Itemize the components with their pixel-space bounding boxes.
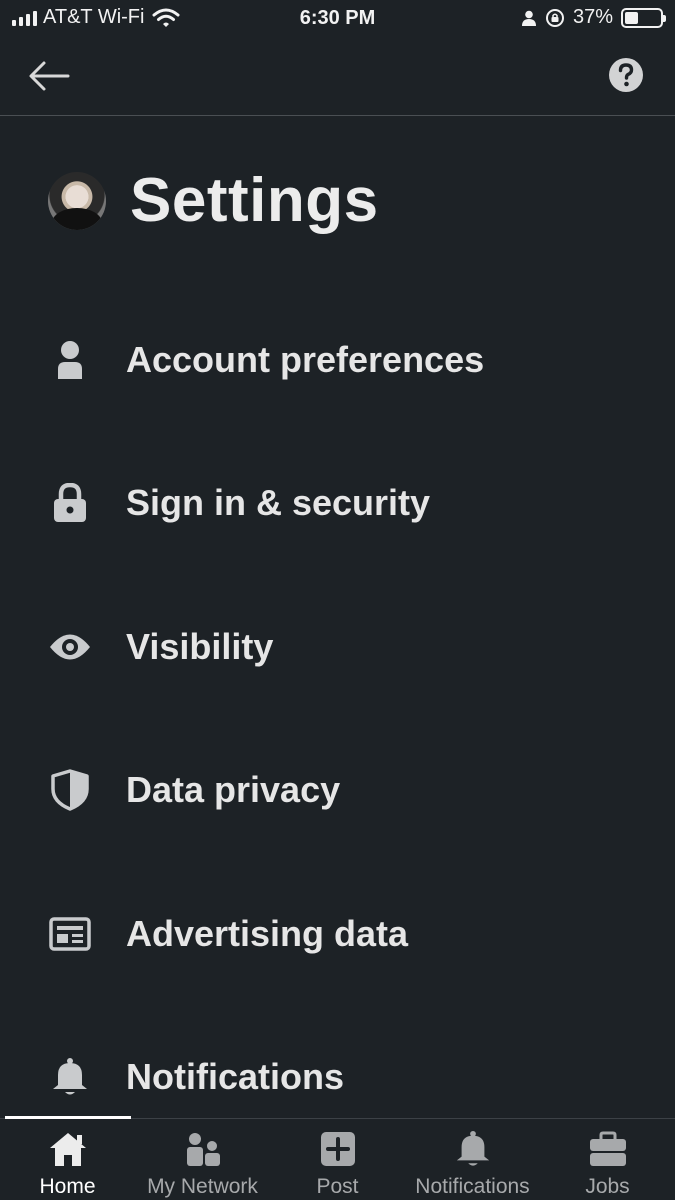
menu-item-label: Sign in & security [126, 482, 431, 524]
menu-item-label: Advertising data [126, 912, 409, 954]
tab-notifications[interactable]: Notifications [405, 1119, 540, 1200]
menu-item-label: Notifications [126, 1056, 345, 1098]
bell-icon [453, 1129, 493, 1169]
back-button[interactable] [26, 56, 72, 96]
tab-home[interactable]: Home [0, 1119, 135, 1200]
tab-label: Post [316, 1175, 359, 1198]
newspaper-icon [48, 912, 92, 956]
lock-icon [48, 481, 92, 525]
tab-post[interactable]: Post [270, 1119, 405, 1200]
home-icon [48, 1129, 88, 1169]
menu-item-advertising-data[interactable]: Advertising data [0, 862, 675, 1006]
people-icon [183, 1129, 223, 1169]
arrow-left-icon [29, 61, 70, 91]
bell-icon [48, 1055, 92, 1099]
signal-strength-icon [12, 10, 37, 26]
profile-avatar[interactable] [48, 171, 106, 230]
battery-percent: 37% [572, 6, 613, 28]
menu-item-visibility[interactable]: Visibility [0, 575, 675, 719]
settings-menu: Account preferences Sign in & security V… [0, 288, 675, 1149]
menu-item-label: Account preferences [126, 338, 485, 380]
help-button[interactable] [607, 56, 645, 94]
wifi-icon [152, 8, 180, 27]
settings-header: Settings [48, 165, 379, 236]
briefcase-icon [588, 1129, 628, 1169]
tab-label: My Network [147, 1175, 258, 1198]
carrier-name: AT&T Wi-Fi [43, 6, 145, 28]
shield-icon [48, 768, 92, 812]
tab-label: Jobs [585, 1175, 630, 1198]
tab-jobs[interactable]: Jobs [540, 1119, 675, 1200]
battery-level [625, 11, 638, 24]
person-icon [48, 338, 92, 382]
tab-label: Notifications [415, 1175, 530, 1198]
menu-item-sign-in-security[interactable]: Sign in & security [0, 432, 675, 576]
plus-square-icon [318, 1129, 358, 1169]
status-right: 37% [521, 6, 666, 29]
person-status-icon [521, 10, 536, 26]
question-circle-icon [609, 58, 643, 92]
eye-icon [48, 625, 92, 669]
page-title: Settings [130, 166, 379, 235]
tab-my-network[interactable]: My Network [135, 1119, 270, 1200]
battery-icon [621, 7, 666, 28]
menu-item-label: Data privacy [126, 769, 341, 811]
menu-item-account-preferences[interactable]: Account preferences [0, 288, 675, 432]
orientation-lock-icon [545, 8, 564, 27]
status-bar: AT&T Wi-Fi 6:30 PM 37% [0, 0, 675, 38]
menu-item-data-privacy[interactable]: Data privacy [0, 719, 675, 863]
settings-screen: AT&T Wi-Fi 6:30 PM 37% Settings Account … [0, 0, 675, 1200]
status-left: AT&T Wi-Fi [12, 6, 180, 29]
top-nav [0, 38, 675, 116]
menu-item-label: Visibility [126, 625, 274, 667]
bottom-tab-bar: Home My Network Post Notifications Jobs [0, 1116, 675, 1200]
tab-label: Home [39, 1175, 96, 1198]
